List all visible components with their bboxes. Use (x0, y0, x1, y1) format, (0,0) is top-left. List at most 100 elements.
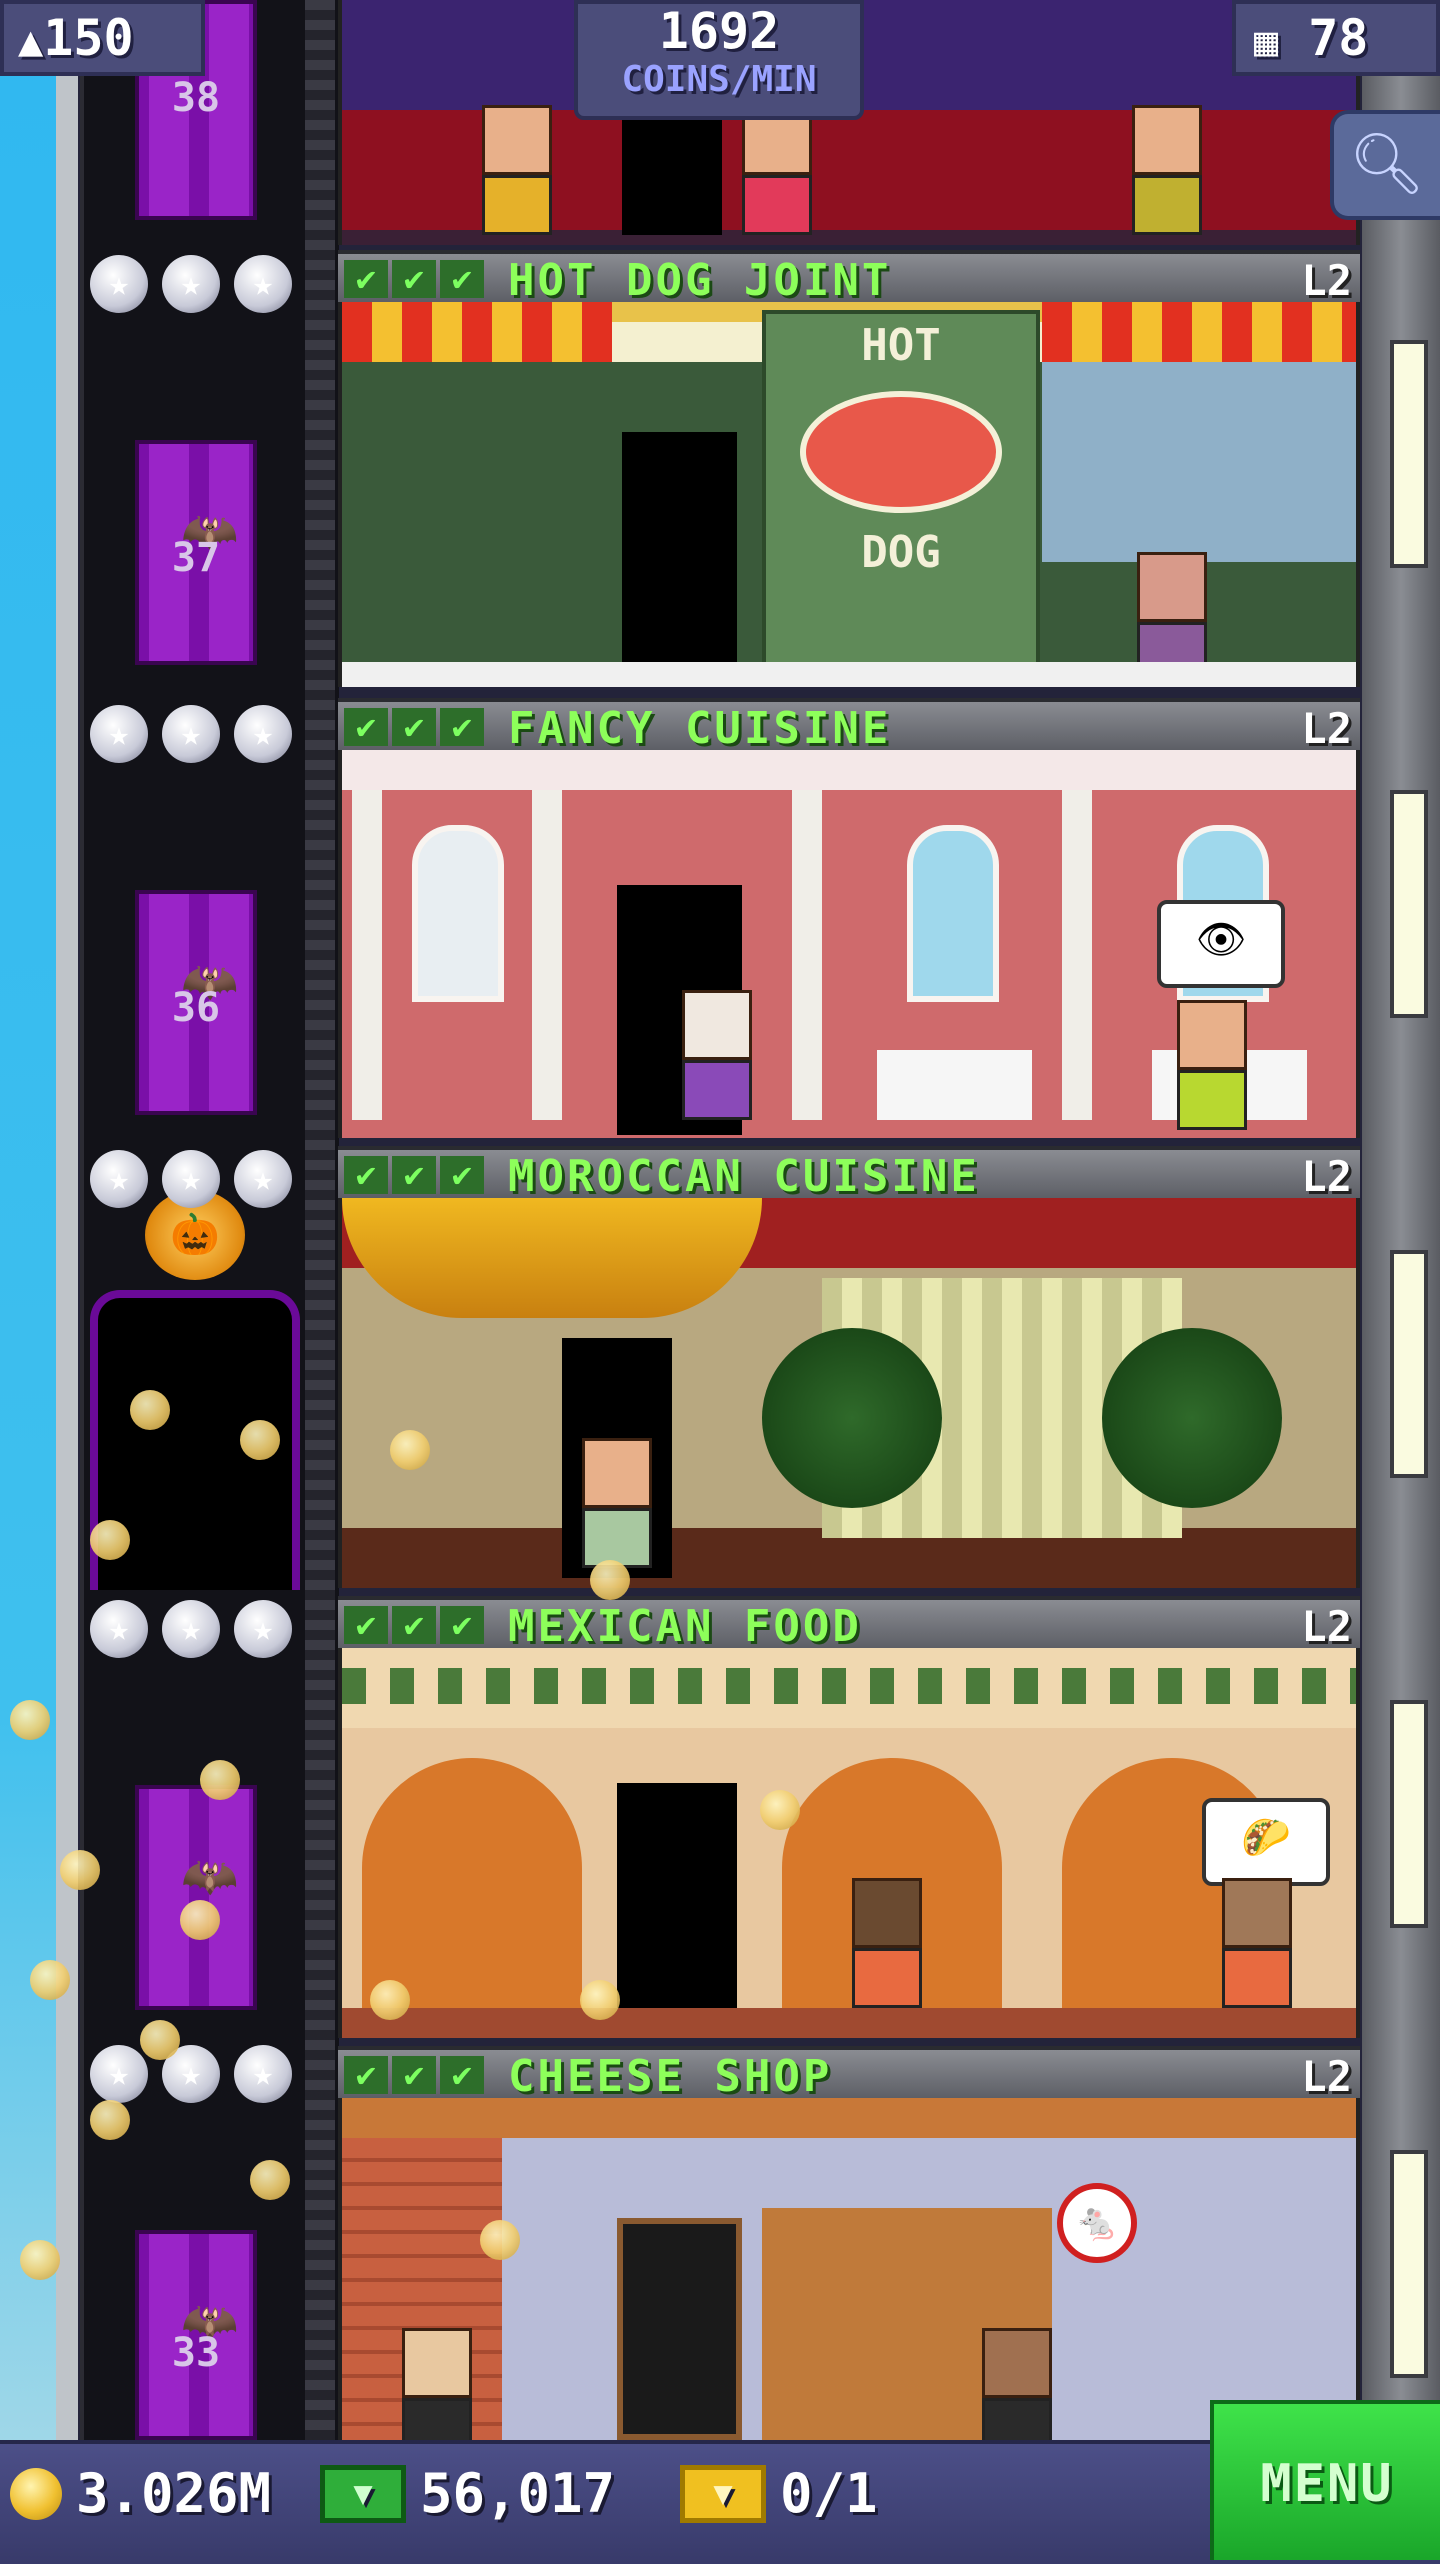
elevator-door[interactable]: 🦇 (135, 1785, 257, 2010)
tower-pole (56, 0, 78, 2440)
floor-checks: ✔ ✔ ✔ (344, 1156, 484, 1194)
coin-particle[interactable] (580, 1980, 620, 2020)
floor-trim (342, 662, 1356, 687)
coin-particle[interactable] (180, 1900, 220, 1940)
check-icon: ✔ (344, 708, 388, 746)
dining-table (877, 1050, 1032, 1120)
elevator-rail (305, 0, 335, 2440)
tenant-person[interactable] (682, 990, 752, 1120)
coins-per-min-panel[interactable]: 1692 COINS/MIN (574, 0, 864, 120)
hot-dog-picture (800, 391, 1002, 513)
room-mexican-food[interactable]: 🌮 (338, 1648, 1360, 2038)
elevator-door[interactable]: 🦇 33 (135, 2230, 257, 2440)
arched-window (907, 825, 999, 1002)
column (792, 790, 822, 1120)
coin-particle[interactable] (760, 1790, 800, 1830)
shop-window (1042, 362, 1356, 562)
bux-balance[interactable]: ▼ 56,017 (320, 2462, 615, 2525)
check-icon: ✔ (440, 708, 484, 746)
menu-button[interactable]: MENU (1210, 2400, 1440, 2560)
floor-header-moroccan-cuisine[interactable]: ✔ ✔ ✔ MOROCCAN CUISINE L2 (338, 1146, 1360, 1202)
floor-stars: ★ ★ ★ (90, 705, 292, 763)
hot-dog-sign: HOT DOG (762, 310, 1040, 678)
tenant-person[interactable] (1222, 1878, 1292, 2008)
column (532, 790, 562, 1120)
building-icon: ▦ (1254, 19, 1279, 65)
coin-particle[interactable] (140, 2020, 180, 2060)
floor-header-cheese-shop[interactable]: ✔ ✔ ✔ CHEESE SHOP L2 (338, 2046, 1360, 2102)
magnifier-icon[interactable]: 🔍︎ (1330, 110, 1440, 220)
tickets-balance[interactable]: ▼ 0/1 (680, 2462, 878, 2525)
coin-particle[interactable] (590, 1560, 630, 1600)
check-icon: ✔ (392, 2056, 436, 2094)
coin-particle[interactable] (60, 1850, 100, 1890)
coin-particle[interactable] (30, 1960, 70, 2000)
bux-value: 56,017 (420, 2462, 616, 2525)
coin-particle[interactable] (250, 2160, 290, 2200)
palm-plant (762, 1328, 942, 1508)
floor-name: HOT DOG JOINT (508, 255, 892, 306)
tenant-person[interactable] (582, 1438, 652, 1568)
room-doorway (622, 432, 737, 687)
tenant-person[interactable] (1132, 105, 1202, 235)
floor-level: L2 (1301, 1152, 1352, 1201)
sign-text-bottom: DOG (861, 527, 941, 578)
thought-bubble[interactable]: 🌮 (1202, 1798, 1330, 1886)
room-doorway (617, 2218, 742, 2440)
check-icon: ✔ (392, 708, 436, 746)
column (1062, 790, 1092, 1120)
coin-particle[interactable] (370, 1980, 410, 2020)
room-doorway (622, 120, 722, 235)
ticket-icon: ▼ (680, 2464, 766, 2523)
arched-window (412, 825, 504, 1002)
cash-icon: ▼ (320, 2464, 406, 2523)
drapery (342, 1198, 762, 1318)
sky-background (0, 0, 56, 2440)
coins-balance[interactable]: 3.026M (10, 2462, 271, 2525)
check-icon: ✔ (344, 260, 388, 298)
tenant-person[interactable] (982, 2328, 1052, 2440)
floor-checks: ✔ ✔ ✔ (344, 1606, 484, 1644)
elevator-door[interactable]: 🦇 36 (135, 890, 257, 1115)
floor-level: L2 (1301, 2052, 1352, 2101)
floor-header-mexican-food[interactable]: ✔ ✔ ✔ MEXICAN FOOD L2 (338, 1596, 1360, 1652)
elevator-floor-number: 36 (171, 985, 221, 1031)
check-icon: ✔ (392, 1156, 436, 1194)
coin-particle[interactable] (90, 1520, 130, 1560)
floor-header-fancy-cuisine[interactable]: ✔ ✔ ✔ FANCY CUISINE L2 (338, 698, 1360, 754)
room-cheese-shop[interactable]: 🐁 (338, 2098, 1360, 2440)
tenant-person[interactable] (742, 105, 812, 235)
room-fancy-cuisine[interactable]: 👁 (338, 750, 1360, 1138)
coin-particle[interactable] (90, 2100, 130, 2140)
coin-particle[interactable] (130, 1390, 170, 1430)
coin-particle[interactable] (390, 1430, 430, 1470)
room-hot-dog-joint[interactable]: HOT DOG (338, 302, 1360, 687)
tenant-person[interactable] (852, 1878, 922, 2008)
star-icon: ★ (234, 705, 292, 763)
check-icon: ✔ (440, 2056, 484, 2094)
tenant-person[interactable] (1177, 1000, 1247, 1130)
coin-particle[interactable] (240, 1420, 280, 1460)
coin-particle[interactable] (10, 1700, 50, 1740)
star-icon: ★ (162, 705, 220, 763)
room-moroccan-cuisine[interactable] (338, 1198, 1360, 1588)
coin-particle[interactable] (20, 2240, 60, 2280)
floor-checks: ✔ ✔ ✔ (344, 708, 484, 746)
floors-counter[interactable]: ▦ 78 (1232, 0, 1440, 76)
thought-bubble[interactable]: 👁 (1157, 900, 1285, 988)
tenant-person[interactable] (402, 2328, 472, 2440)
coin-particle[interactable] (200, 1760, 240, 1800)
decorative-border (342, 1668, 1356, 1704)
floors-value: 78 (1308, 9, 1369, 67)
floor-name: CHEESE SHOP (508, 2051, 833, 2102)
awning (342, 302, 612, 362)
column (352, 790, 382, 1120)
population-counter[interactable]: ▲150 (0, 0, 205, 76)
coin-particle[interactable] (480, 2220, 520, 2260)
tenant-person[interactable] (482, 105, 552, 235)
wall-lamp (1390, 1700, 1428, 1928)
tickets-value: 0/1 (780, 2462, 878, 2525)
floor-checks: ✔ ✔ ✔ (344, 2056, 484, 2094)
floor-header-hot-dog-joint[interactable]: ✔ ✔ ✔ HOT DOG JOINT L2 (338, 250, 1360, 306)
elevator-door[interactable]: 🦇 37 (135, 440, 257, 665)
